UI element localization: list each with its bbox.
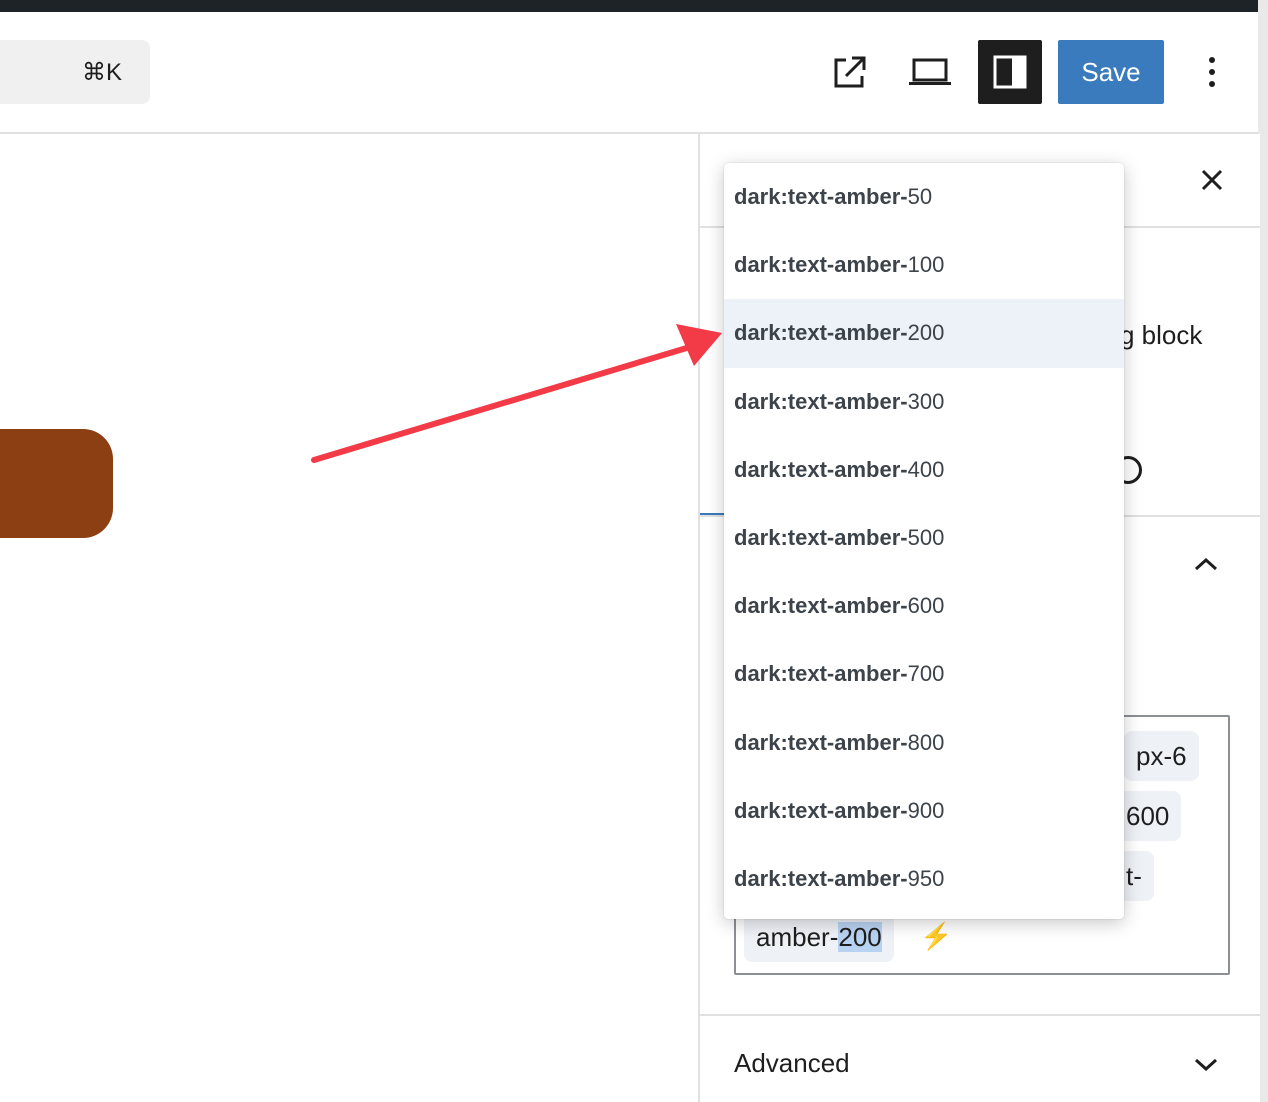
- block-description: g block: [1120, 320, 1203, 350]
- class-chip-editing[interactable]: amber-200: [744, 912, 894, 962]
- laptop-icon: [909, 58, 951, 85]
- expand-advanced-button[interactable]: [1188, 1046, 1224, 1082]
- options-menu-button[interactable]: [1194, 52, 1230, 92]
- autocomplete-dropdown: dark:text-amber- 50 dark:text-amber- 100 d…: [724, 163, 1124, 919]
- option-prefix: dark:text-amber-: [734, 661, 908, 687]
- option-prefix: dark:text-amber-: [734, 388, 908, 414]
- command-palette-button[interactable]: ⌘K: [0, 40, 150, 104]
- chevron-down-icon: [1194, 1058, 1218, 1071]
- option-prefix: dark:text-amber-: [734, 865, 908, 891]
- collapse-panel-button[interactable]: [1188, 546, 1224, 582]
- selected-text: 200: [838, 922, 882, 952]
- suggestion-option-active[interactable]: dark:text-amber- 200: [724, 299, 1124, 368]
- suggestion-option[interactable]: dark:text-amber- 100: [724, 231, 1124, 299]
- option-suffix: 800: [907, 729, 945, 755]
- option-prefix: dark:text-amber-: [734, 184, 908, 210]
- suggestion-option[interactable]: dark:text-amber- 600: [724, 572, 1124, 640]
- option-prefix: dark:text-amber-: [734, 593, 908, 619]
- canvas-button-block[interactable]: [0, 429, 113, 538]
- lightning-icon: ⚡: [920, 921, 953, 951]
- class-chip[interactable]: px-6: [1124, 731, 1199, 781]
- divider: [700, 1014, 1260, 1016]
- settings-sidebar-toggle[interactable]: [978, 40, 1042, 104]
- suggestion-option[interactable]: dark:text-amber- 900: [724, 777, 1124, 845]
- top-bar: [0, 0, 1268, 12]
- class-chip[interactable]: 600: [1114, 791, 1182, 841]
- chip-text: amber-: [756, 922, 839, 952]
- option-prefix: dark:text-amber-: [734, 252, 908, 278]
- option-prefix: dark:text-amber-: [734, 456, 908, 482]
- suggestion-option[interactable]: dark:text-amber- 800: [724, 709, 1124, 777]
- view-site-button[interactable]: [830, 52, 870, 92]
- command-shortcut: ⌘K: [81, 59, 122, 86]
- option-suffix: 900: [907, 797, 945, 823]
- option-suffix: 600: [907, 593, 945, 619]
- close-icon: [1201, 169, 1223, 191]
- editor-header: ⌘K Save: [0, 12, 1258, 134]
- option-prefix: dark:text-amber-: [734, 320, 908, 346]
- suggestion-option[interactable]: dark:text-amber- 400: [724, 436, 1124, 504]
- save-button[interactable]: Save: [1058, 40, 1164, 104]
- option-suffix: 50: [907, 184, 933, 210]
- option-prefix: dark:text-amber-: [734, 525, 908, 551]
- device-preview-button[interactable]: [905, 52, 955, 92]
- close-sidebar-button[interactable]: [1194, 162, 1230, 198]
- option-prefix: dark:text-amber-: [734, 797, 908, 823]
- sidebar-toggle-icon: [993, 55, 1027, 89]
- more-vertical-icon: [1209, 57, 1215, 87]
- suggestion-option[interactable]: dark:text-amber- 300: [724, 368, 1124, 436]
- suggestion-option[interactable]: dark:text-amber- 500: [724, 504, 1124, 572]
- option-prefix: dark:text-amber-: [734, 729, 908, 755]
- suggestion-option[interactable]: dark:text-amber- 50: [724, 163, 1124, 231]
- suggestion-option[interactable]: dark:text-amber- 700: [724, 640, 1124, 708]
- option-suffix: 400: [907, 456, 945, 482]
- chevron-up-icon: [1194, 557, 1218, 571]
- option-suffix: 200: [907, 320, 945, 346]
- suggestion-option[interactable]: dark:text-amber- 950: [724, 845, 1124, 913]
- external-link-icon: [834, 56, 866, 88]
- option-suffix: 950: [907, 865, 945, 891]
- option-suffix: 500: [907, 525, 945, 551]
- option-suffix: 300: [907, 388, 945, 414]
- advanced-panel-title[interactable]: Advanced: [734, 1048, 850, 1079]
- option-suffix: 700: [907, 661, 945, 687]
- option-suffix: 100: [907, 252, 945, 278]
